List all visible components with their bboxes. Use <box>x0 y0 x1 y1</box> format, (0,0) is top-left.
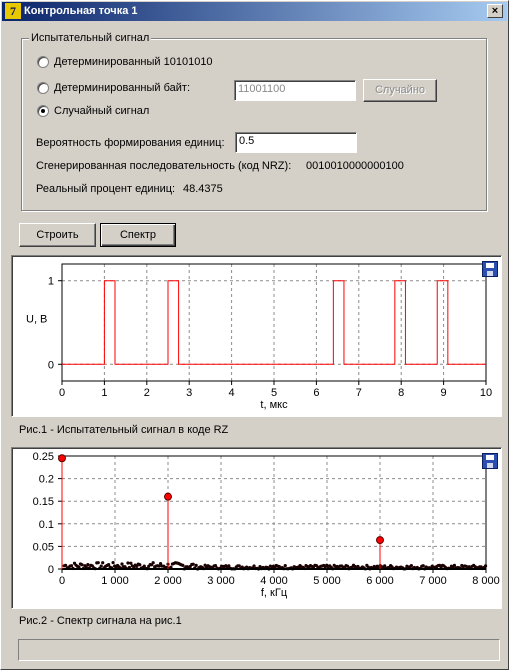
spectrum-floor-point <box>80 563 84 567</box>
spectrum-chart-panel: 0 1 000 2 000 3 000 4 000 5 000 6 000 7 000 8 00… <box>11 447 502 609</box>
spectrum-floor-point <box>96 561 100 565</box>
figure2-caption: Рис.2 - Спектр сигнала на рис.1 <box>19 615 182 627</box>
x-tick-label: 3 000 <box>207 575 235 587</box>
x-tick-label: 5 000 <box>313 575 341 587</box>
x-tick-label: 3 <box>186 387 192 399</box>
spectrum-floor-point <box>86 563 90 567</box>
plot-frame <box>61 263 487 382</box>
sequence-value: 0010010000000100 <box>306 160 404 172</box>
y-tick-label: 1 <box>48 276 54 288</box>
y-tick-label: 0.15 <box>33 496 54 508</box>
x-tick-label: 4 000 <box>260 575 288 587</box>
y-tick-label: 0.1 <box>39 519 54 531</box>
spectrum-floor-point <box>129 561 133 565</box>
y-tick-label: 0.25 <box>33 451 54 463</box>
probability-label: Вероятность формирования единиц: <box>36 137 225 149</box>
x-tick-label: 2 000 <box>154 575 182 587</box>
sequence-label: Сгенерированная последовательность (код … <box>36 160 292 172</box>
radio-circle-icon <box>37 56 49 68</box>
x-tick-label: 7 <box>356 387 362 399</box>
spectrum-peak-point <box>58 454 66 463</box>
spectrum-chart: 0 1 000 2 000 3 000 4 000 5 000 6 000 7 000 8 00… <box>33 451 500 599</box>
x-tick-label: 9 <box>441 387 447 399</box>
close-button[interactable]: × <box>487 4 503 18</box>
byte-input[interactable]: 11001100 <box>234 80 356 101</box>
signal-chart-panel: 0 1 2 3 4 5 6 7 8 9 10 0 1 t, мкс U, В <box>11 255 502 417</box>
x-tick-label: 1 000 <box>101 575 129 587</box>
save-icon[interactable] <box>482 261 498 277</box>
spectrum-peak-point <box>164 492 172 501</box>
radio-checked-icon <box>37 105 49 117</box>
x-tick-label: 8 000 <box>472 575 500 587</box>
app-icon: 7 <box>5 3 21 19</box>
radio-random-signal[interactable]: Случайный сигнал <box>37 105 149 117</box>
y-tick-label: 0.05 <box>33 541 54 553</box>
radio-deterministic-byte[interactable]: Детерминированный байт: <box>37 82 190 94</box>
spectrum-floor-point <box>69 564 74 568</box>
status-bar <box>18 639 500 661</box>
percent-value: 48.4375 <box>183 183 223 195</box>
x-axis-label: f, кГц <box>261 587 288 599</box>
spectrum-floor-point <box>111 560 115 565</box>
x-tick-label: 8 <box>398 387 404 399</box>
spectrum-floor-point <box>126 561 130 565</box>
spectrum-floor-point <box>194 563 198 567</box>
radio-deterministic-10101010[interactable]: Детерминированный 10101010 <box>37 56 213 68</box>
radio-label: Детерминированный байт: <box>54 82 191 94</box>
radio-label: Случайный сигнал <box>54 105 150 117</box>
spectrum-floor-point <box>151 561 155 565</box>
x-tick-label: 0 <box>59 575 65 587</box>
window-title: Контрольная точка 1 <box>24 5 138 17</box>
spectrum-floor-point <box>283 564 287 568</box>
x-tick-label: 2 <box>144 387 150 399</box>
spectrum-button[interactable]: Спектр <box>100 223 176 247</box>
spectrum-peak-point <box>376 536 384 545</box>
y-tick-label: 0 <box>48 564 54 576</box>
spectrum-floor-point <box>120 562 124 566</box>
spectrum-floor-point <box>483 564 488 568</box>
x-tick-label: 0 <box>59 387 65 399</box>
spectrum-floor-point <box>99 564 103 568</box>
random-button[interactable]: Случайно <box>363 79 437 102</box>
y-axis-label: U, В <box>26 314 47 326</box>
figure1-caption: Рис.1 - Испытательный сигнал в коде RZ <box>19 424 229 436</box>
x-tick-label: 4 <box>229 387 235 399</box>
signal-series-line <box>62 280 486 365</box>
x-tick-label: 5 <box>271 387 277 399</box>
main-window: 7 Контрольная точка 1 × Испытательный си… <box>0 0 509 670</box>
title-bar[interactable]: 7 Контрольная точка 1 × <box>2 2 507 21</box>
spectrum-floor-point <box>101 561 105 565</box>
save-icon[interactable] <box>482 453 498 469</box>
y-tick-label: 0 <box>48 359 54 371</box>
x-tick-label: 6 000 <box>366 575 394 587</box>
radio-label: Детерминированный 10101010 <box>54 56 213 68</box>
spectrum-floor-point <box>64 563 68 567</box>
x-axis-label: t, мкс <box>260 399 288 411</box>
x-tick-label: 1 <box>101 387 107 399</box>
signal-chart: 0 1 2 3 4 5 6 7 8 9 10 0 1 t, мкс U, В <box>26 263 492 411</box>
x-tick-label: 7 000 <box>419 575 447 587</box>
radio-circle-icon <box>37 82 49 94</box>
spectrum-floor-point <box>181 563 185 567</box>
spectrum-floor-point <box>409 563 413 568</box>
y-tick-label: 0.2 <box>39 474 54 486</box>
spectrum-floor-point <box>138 563 142 567</box>
x-tick-label: 6 <box>313 387 319 399</box>
x-tick-label: 10 <box>480 387 492 399</box>
percent-label: Реальный процент единиц: <box>36 183 176 195</box>
build-button[interactable]: Строить <box>19 223 96 247</box>
probability-input[interactable]: 0.5 <box>235 132 357 153</box>
spectrum-floor-point <box>421 564 425 568</box>
groupbox-title: Испытательный сигнал <box>29 32 152 44</box>
spectrum-floor-point <box>191 562 195 566</box>
